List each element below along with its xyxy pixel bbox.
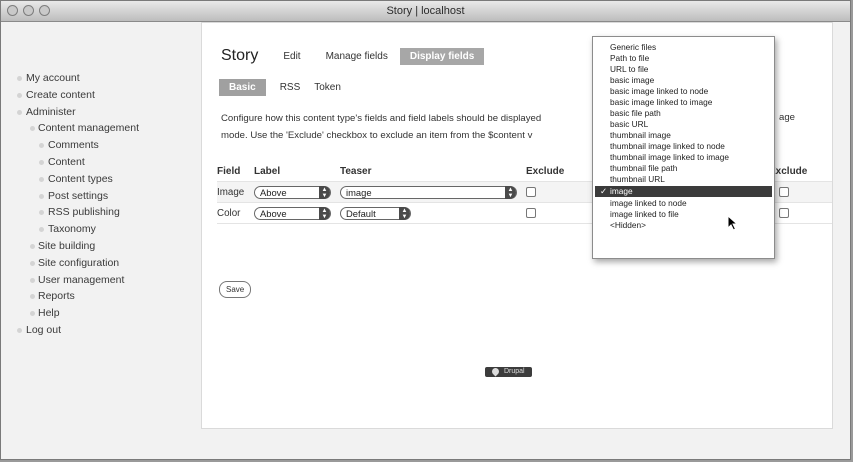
teaser-cell: Default ▲ ▼ <box>340 202 526 224</box>
save-button[interactable]: Save <box>219 281 252 298</box>
label-select[interactable]: Above ▲ ▼ <box>254 185 331 199</box>
dropdown-option[interactable]: basic image linked to node <box>610 86 708 96</box>
dropdown-option[interactable]: URL to file <box>610 64 648 74</box>
page-body: My account Create content Administer Con… <box>1 22 850 459</box>
drupal-drop-icon <box>490 366 501 377</box>
menu-item-comments[interactable]: Comments <box>1 137 199 154</box>
dropdown-option[interactable]: basic URL <box>610 119 648 129</box>
sidebar: My account Create content Administer Con… <box>1 22 199 459</box>
tab-manage-fields[interactable]: Manage fields <box>326 51 388 62</box>
dropdown-option[interactable]: <Hidden> <box>610 220 646 230</box>
menu-item-post-settings[interactable]: Post settings <box>1 188 199 205</box>
select-arrows-icon: ▲ ▼ <box>319 185 330 199</box>
page-title: Story <box>221 47 259 64</box>
header-teaser: Teaser <box>340 161 526 182</box>
tab-edit[interactable]: Edit <box>283 51 300 62</box>
header-label: Label <box>254 161 340 182</box>
badge-label: Drupal <box>503 368 525 375</box>
dropdown-option[interactable]: Path to file <box>610 53 649 63</box>
exclude-full-checkbox[interactable] <box>779 186 789 197</box>
display-subtabs: Basic RSS Token <box>219 79 355 96</box>
dropdown-option[interactable]: basic image linked to image <box>610 97 712 107</box>
label-select-value: Above <box>260 186 287 198</box>
field-name: Image <box>217 181 254 203</box>
teaser-select-value: image <box>346 186 372 198</box>
menu-item-rss-publishing[interactable]: RSS publishing <box>1 204 199 221</box>
menu-item-my-account[interactable]: My account <box>1 70 199 87</box>
powered-by-drupal-badge[interactable]: Drupal <box>485 366 532 377</box>
title-bar: Story | localhost <box>1 1 850 22</box>
field-name: Color <box>217 202 254 224</box>
checkmark-icon: ✓ <box>600 186 607 196</box>
exclude-checkbox[interactable] <box>526 207 536 218</box>
exclude-full-cell <box>769 202 832 224</box>
tab-display-fields[interactable]: Display fields <box>399 47 485 65</box>
dropdown-option[interactable]: thumbnail image linked to node <box>610 141 725 151</box>
teaser-cell: image ▲ ▼ <box>340 181 526 203</box>
menu-item-create-content[interactable]: Create content <box>1 87 199 104</box>
label-select[interactable]: Above ▲ ▼ <box>254 206 331 220</box>
menu-item-content-management[interactable]: Content management <box>1 120 199 137</box>
header-exclude-full: Exclude <box>769 161 832 182</box>
dropdown-option[interactable]: image linked to node <box>610 198 687 208</box>
dropdown-option[interactable]: thumbnail image <box>610 130 671 140</box>
header-field: Field <box>217 161 254 182</box>
window-title: Story | localhost <box>386 5 465 17</box>
description-line-2: mode. Use the 'Exclude' checkbox to excl… <box>221 130 533 141</box>
subtab-token[interactable]: Token <box>314 82 341 93</box>
teaser-format-dropdown: Generic files Path to file URL to file b… <box>592 36 775 259</box>
label-select-value: Above <box>260 207 287 219</box>
label-cell: Above ▲ ▼ <box>254 202 340 224</box>
menu-item-log-out[interactable]: Log out <box>1 322 199 339</box>
exclude-full-cell <box>769 181 832 203</box>
description-line-1: Configure how this content type's fields… <box>221 113 542 124</box>
exclude-checkbox[interactable] <box>526 186 536 197</box>
dropdown-option[interactable]: thumbnail image linked to image <box>610 152 729 162</box>
teaser-select-value: Default <box>346 207 376 219</box>
dropdown-option[interactable]: Generic files <box>610 42 656 52</box>
mouse-pointer-icon <box>727 215 739 231</box>
menu-item-administer[interactable]: Administer <box>1 104 199 121</box>
menu-item-content[interactable]: Content <box>1 154 199 171</box>
subtab-basic[interactable]: Basic <box>219 79 266 96</box>
exclude-full-checkbox[interactable] <box>779 207 789 218</box>
dropdown-option[interactable]: basic file path <box>610 108 661 118</box>
menu-item-content-types[interactable]: Content types <box>1 171 199 188</box>
dropdown-option[interactable]: thumbnail URL <box>610 174 665 184</box>
description-tail: age <box>779 112 796 123</box>
dropdown-option[interactable]: basic image <box>610 75 654 85</box>
teaser-select[interactable]: Default ▲ ▼ <box>340 206 411 220</box>
dropdown-option-selected[interactable]: ✓ image <box>595 186 772 197</box>
menu-item-site-configuration[interactable]: Site configuration <box>1 255 199 272</box>
title-row: Story Edit Manage fields Display fields <box>221 47 485 65</box>
label-cell: Above ▲ ▼ <box>254 181 340 203</box>
selected-option-label: image <box>610 186 633 196</box>
menu-item-reports[interactable]: Reports <box>1 288 199 305</box>
subtab-rss[interactable]: RSS <box>280 82 301 93</box>
teaser-select[interactable]: image ▲ ▼ <box>340 185 517 199</box>
dropdown-option[interactable]: image linked to file <box>610 209 679 219</box>
admin-menu: My account Create content Administer Con… <box>1 70 199 339</box>
menu-item-taxonomy[interactable]: Taxonomy <box>1 221 199 238</box>
select-arrows-icon: ▲ ▼ <box>319 206 330 220</box>
menu-item-user-management[interactable]: User management <box>1 272 199 289</box>
menu-item-site-building[interactable]: Site building <box>1 238 199 255</box>
dropdown-option[interactable]: thumbnail file path <box>610 163 677 173</box>
menu-item-help[interactable]: Help <box>1 305 199 322</box>
select-arrows-icon: ▲ ▼ <box>505 185 516 199</box>
select-arrows-icon: ▲ ▼ <box>399 206 410 220</box>
browser-window: Story | localhost My account Create cont… <box>0 0 851 460</box>
